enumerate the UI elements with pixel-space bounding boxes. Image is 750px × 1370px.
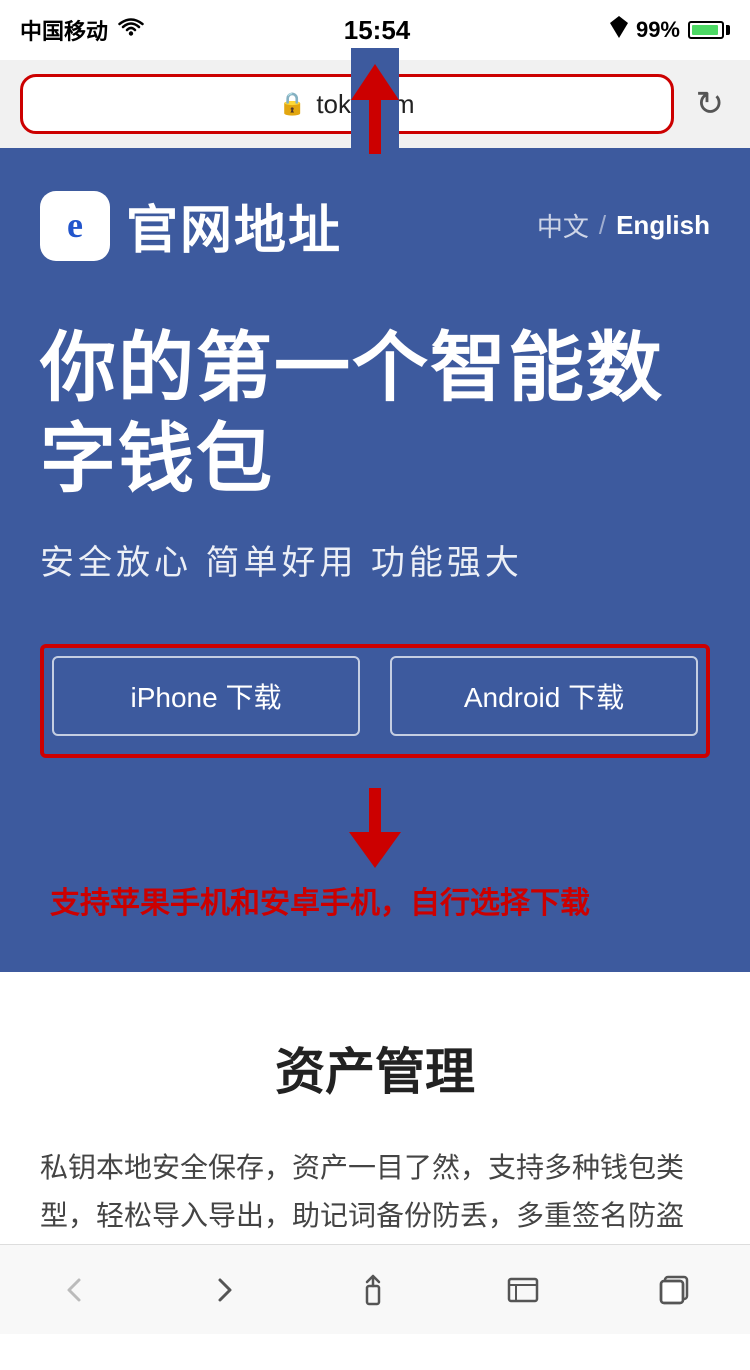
arrow-down-indicator <box>40 768 710 878</box>
android-download-button[interactable]: Android 下载 <box>390 656 698 736</box>
refresh-button[interactable]: ↻ <box>690 78 731 130</box>
lang-zh-button[interactable]: 中文 <box>537 207 589 244</box>
carrier-text: 中国移动 <box>20 14 108 46</box>
logo-icon: e <box>40 191 110 261</box>
bookmarks-button[interactable] <box>496 1263 550 1317</box>
status-left: 中国移动 <box>20 14 144 46</box>
white-section: 资产管理 私钥本地安全保存，资产一目了然，支持多种钱包类型，轻松导入导出，助记词… <box>0 972 750 1279</box>
battery-icon <box>688 21 730 39</box>
status-time: 15:54 <box>344 15 411 46</box>
svg-text:e: e <box>67 205 83 245</box>
forward-button[interactable] <box>198 1264 250 1316</box>
address-bar[interactable]: 🔒 token.im <box>20 74 674 134</box>
browser-nav <box>0 1244 750 1334</box>
download-wrapper: iPhone 下载 Android 下载 <box>40 644 710 758</box>
section-title: 资产管理 <box>40 1032 710 1104</box>
download-row: iPhone 下载 Android 下载 <box>52 656 698 736</box>
header-row: e 官网地址 中文 / English <box>40 188 710 263</box>
lock-icon: 🔒 <box>279 91 306 117</box>
section-desc: 私钥本地安全保存，资产一目了然，支持多种钱包类型，轻松导入导出，助记词备份防丢，… <box>40 1144 710 1239</box>
logo-area: e 官网地址 <box>40 188 342 263</box>
location-icon <box>610 16 628 44</box>
lang-switcher: 中文 / English <box>537 207 710 244</box>
lang-en-button[interactable]: English <box>616 210 710 241</box>
wifi-icon <box>118 17 144 43</box>
status-right: 99% <box>610 16 730 44</box>
back-button[interactable] <box>49 1264 101 1316</box>
tabs-button[interactable] <box>647 1263 701 1317</box>
annotation-text: 支持苹果手机和安卓手机，自行选择下载 <box>40 878 710 922</box>
arrow-up-indicator <box>351 48 399 154</box>
lang-divider: / <box>599 210 606 241</box>
share-button[interactable] <box>347 1262 399 1318</box>
main-content: e 官网地址 中文 / English 你的第一个智能数字钱包 安全放心 简单好… <box>0 148 750 972</box>
battery-percent: 99% <box>636 17 680 43</box>
iphone-download-button[interactable]: iPhone 下载 <box>52 656 360 736</box>
hero-headline: 你的第一个智能数字钱包 <box>40 323 710 505</box>
hero-subheadline: 安全放心 简单好用 功能强大 <box>40 535 710 584</box>
logo-text: 官网地址 <box>126 188 342 263</box>
